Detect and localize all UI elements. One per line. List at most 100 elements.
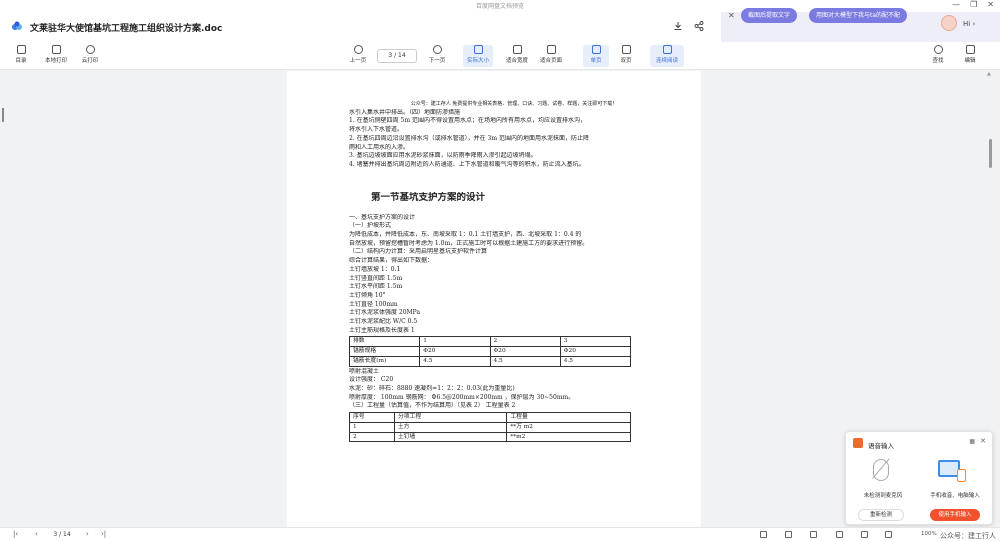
find-button[interactable]: 查找 bbox=[925, 45, 951, 64]
restore-icon[interactable]: ❐ bbox=[970, 0, 977, 9]
close-icon[interactable]: ✕ bbox=[987, 0, 994, 9]
anchor-spec-table: 排数 1 2 3 锚筋规格 Φ20 Φ20 Φ20 锚筋长度(m) 4.5 4.… bbox=[348, 336, 632, 367]
doc-line: （二）结构内力计算：采用启明星基坑支护软件计算 bbox=[349, 248, 488, 256]
search-icon bbox=[933, 45, 943, 54]
next-page-icon[interactable]: › bbox=[86, 530, 89, 538]
actual-size-icon bbox=[473, 45, 483, 54]
status-bar: |‹ ‹ 3 / 14 › ›| 100% bbox=[0, 527, 1000, 541]
doc-line: 土钉水平间距 1.5m bbox=[349, 283, 403, 291]
doc-line: 1. 在基坑侧壁四周 5m 范围内不得设置用水点；在场地内所有用水点，均应设置排… bbox=[349, 117, 586, 125]
edit-icon bbox=[965, 45, 975, 54]
doc-line: 土钉水泥浆配比 W/C 0.5 bbox=[349, 318, 418, 326]
arrow-left-icon bbox=[353, 45, 363, 54]
double-page-button[interactable]: 双页 bbox=[613, 45, 639, 64]
actual-size-button[interactable]: 实际大小 bbox=[463, 45, 493, 67]
phone-icon bbox=[957, 469, 966, 482]
side-marker bbox=[2, 108, 4, 122]
document-content: 公众号：建工存人 免费提供专业相关表格、管理、口诀、习题、试卷、样题，关注即可下… bbox=[348, 71, 649, 443]
table-row: 序号 分项工程 工程量 bbox=[349, 412, 631, 423]
fit-width-button[interactable]: 适合宽度 bbox=[502, 45, 532, 64]
cloud-printer-icon bbox=[85, 45, 95, 54]
quantity-table: 序号 分项工程 工程量 1 土方 **万 m2 2 土钉墙 **m2 bbox=[349, 412, 631, 443]
vertical-scrollbar-thumb[interactable] bbox=[989, 139, 992, 168]
single-page-button[interactable]: 单页 bbox=[583, 45, 609, 67]
prev-page-icon[interactable]: ‹ bbox=[35, 530, 38, 538]
table-row: 1 土方 **万 m2 bbox=[349, 421, 631, 433]
section-heading: 第一节基坑支护方案的设计 bbox=[371, 191, 486, 203]
continuous-view-icon[interactable] bbox=[810, 531, 817, 538]
catalog-button[interactable]: 目录 bbox=[8, 45, 34, 64]
local-print-button[interactable]: 本地打印 bbox=[41, 45, 71, 64]
share-icon[interactable] bbox=[694, 21, 704, 31]
download-icon[interactable] bbox=[673, 21, 683, 31]
continuous-icon bbox=[662, 45, 672, 54]
close-ai-bar-icon[interactable]: ✕ bbox=[728, 11, 738, 21]
last-page-icon[interactable]: ›| bbox=[101, 530, 106, 538]
doc-line: 2. 在基坑四周边沿设置排水沟（或排水管道），并在 3m 范围内的地面用水泥抹面… bbox=[349, 134, 589, 142]
close-icon[interactable]: ✕ bbox=[980, 437, 986, 445]
doc-line: 土钉竖直间距 1.5m bbox=[349, 274, 403, 282]
doc-line: 4. 堵塞并排出基坑周边附近的人防通道、上下水管道和暖气沟等的积水，防止流入基坑… bbox=[349, 160, 585, 168]
table-row: 锚筋长度(m) 4.5 4.5 4.5 bbox=[348, 355, 632, 367]
document-title: 文莱驻华大使馆基坑工程施工组织设计方案.doc bbox=[30, 24, 223, 34]
phone-input-label: 手机收音、电脑输入 bbox=[930, 493, 980, 499]
doc-line: 土钉墙放坡 1：0.1 bbox=[349, 265, 401, 273]
fit-width-view-icon[interactable] bbox=[836, 531, 843, 538]
double-page-icon bbox=[621, 45, 631, 54]
netdisk-logo-icon bbox=[12, 21, 22, 30]
fit-page-view-icon[interactable] bbox=[861, 531, 868, 538]
double-view-icon[interactable] bbox=[785, 531, 792, 538]
retry-detect-button[interactable]: 重新检测 bbox=[858, 509, 904, 521]
continuous-reading-button[interactable]: 连续阅读 bbox=[650, 45, 684, 67]
no-mic-label: 未检测到麦克风 bbox=[863, 493, 903, 499]
prev-page-button[interactable]: 上一页 bbox=[345, 45, 371, 64]
next-page-button[interactable]: 下一页 bbox=[424, 45, 450, 64]
minimize-icon[interactable]: — bbox=[952, 0, 960, 9]
doc-line: （一）护坡形式 bbox=[349, 222, 392, 230]
table-row: 排数 1 2 3 bbox=[348, 336, 632, 348]
use-phone-input-button[interactable]: 使用手机输入 bbox=[930, 509, 980, 521]
table-row: 锚筋规格 Φ20 Φ20 Φ20 bbox=[348, 346, 632, 357]
ai-pill-ask-model[interactable]: 用图对大模型下我与ta的配不配 bbox=[809, 8, 908, 23]
document-page: 公众号：建工存人 免费提供专业相关表格、管理、口诀、习题、试卷、样题，关注即可下… bbox=[287, 71, 701, 531]
doc-line: 3. 基坑边坡坡面应用水泥砂浆抹面，以防雨季降雨入渗引起边坡坍塌。 bbox=[349, 152, 537, 160]
fit-width-icon bbox=[512, 45, 522, 54]
viewer-toolbar: 目录 本地打印 云打印 上一页 下一页 实际大小 适合宽度 适合页面 单页 双页… bbox=[0, 42, 1000, 70]
doc-line: 土钉水泥浆体强度 20MPa bbox=[349, 309, 421, 317]
status-page-indicator[interactable]: 3 / 14 bbox=[47, 530, 77, 540]
scroll-up-icon[interactable]: ▲ bbox=[987, 71, 991, 77]
ai-pill-extract-text[interactable]: 截图后提取文字 bbox=[741, 8, 798, 23]
doc-line: 土钉主筋规格及长度表 1 bbox=[349, 326, 415, 334]
cloud-print-button[interactable]: 云打印 bbox=[77, 45, 103, 64]
printer-icon bbox=[51, 45, 61, 54]
edit-button[interactable]: 编辑 bbox=[957, 45, 983, 64]
rotate-view-icon[interactable] bbox=[885, 531, 892, 538]
greeting-label[interactable]: Hi › bbox=[963, 20, 975, 28]
arrow-right-icon bbox=[432, 45, 442, 54]
doc-line: 为降低成本，并降低成本，东、南坡采取 1：0.1 土钉墙支护，西、北坡采取 1：… bbox=[349, 231, 582, 239]
notice-line: 公众号：建工存人 免费提供专业相关表格、管理、口诀、习题、试卷、样题，关注即可下… bbox=[410, 101, 618, 107]
doc-line: 设计强度： C20 bbox=[349, 376, 394, 384]
voice-input-logo-icon bbox=[853, 438, 863, 448]
doc-line: 喷射厚度： 100mm 钢筋网： Φ6.5@200mm×200mm ，保护层为 … bbox=[349, 393, 575, 401]
doc-line: 将水引入下水管道。 bbox=[349, 126, 404, 134]
page-number-input[interactable]: 3 / 14 bbox=[377, 49, 417, 63]
voice-panel-title: 语音输入 bbox=[868, 442, 894, 450]
grid-icon[interactable]: ▦ bbox=[969, 438, 975, 445]
zoom-level[interactable]: 100% bbox=[921, 531, 937, 537]
doc-line: 土钉倾角 10° bbox=[349, 291, 386, 299]
watermark-text: 公众号：建工行人 bbox=[940, 532, 996, 540]
first-page-icon[interactable]: |‹ bbox=[13, 530, 18, 538]
assistant-avatar[interactable] bbox=[941, 15, 957, 31]
fit-page-button[interactable]: 适合页面 bbox=[536, 45, 566, 64]
doc-line: 水引入集水井中排出。（四）地面防渗措施 bbox=[349, 108, 461, 116]
doc-line: 一、基坑支护方案的设计 bbox=[349, 213, 416, 221]
doc-line: 雨和人工用水的入渗。 bbox=[349, 143, 410, 151]
single-view-icon[interactable] bbox=[760, 531, 767, 538]
voice-input-panel: 语音输入 ▦ ✕ 未检测到麦克风 手机收音、电脑输入 重新检测 使用手机输入 bbox=[845, 431, 993, 525]
doc-line: 综合计算结果，得出如下数据： bbox=[349, 257, 434, 265]
table-row: 2 土钉墙 **m2 bbox=[349, 431, 631, 443]
catalog-icon bbox=[16, 45, 26, 54]
doc-line: 自然放坡，预留挖槽暂时考虑为 1.0m，正式施工时可以根据土建施工方的要求进行预… bbox=[349, 239, 589, 247]
doc-line: 喷射混凝土 bbox=[349, 367, 380, 375]
